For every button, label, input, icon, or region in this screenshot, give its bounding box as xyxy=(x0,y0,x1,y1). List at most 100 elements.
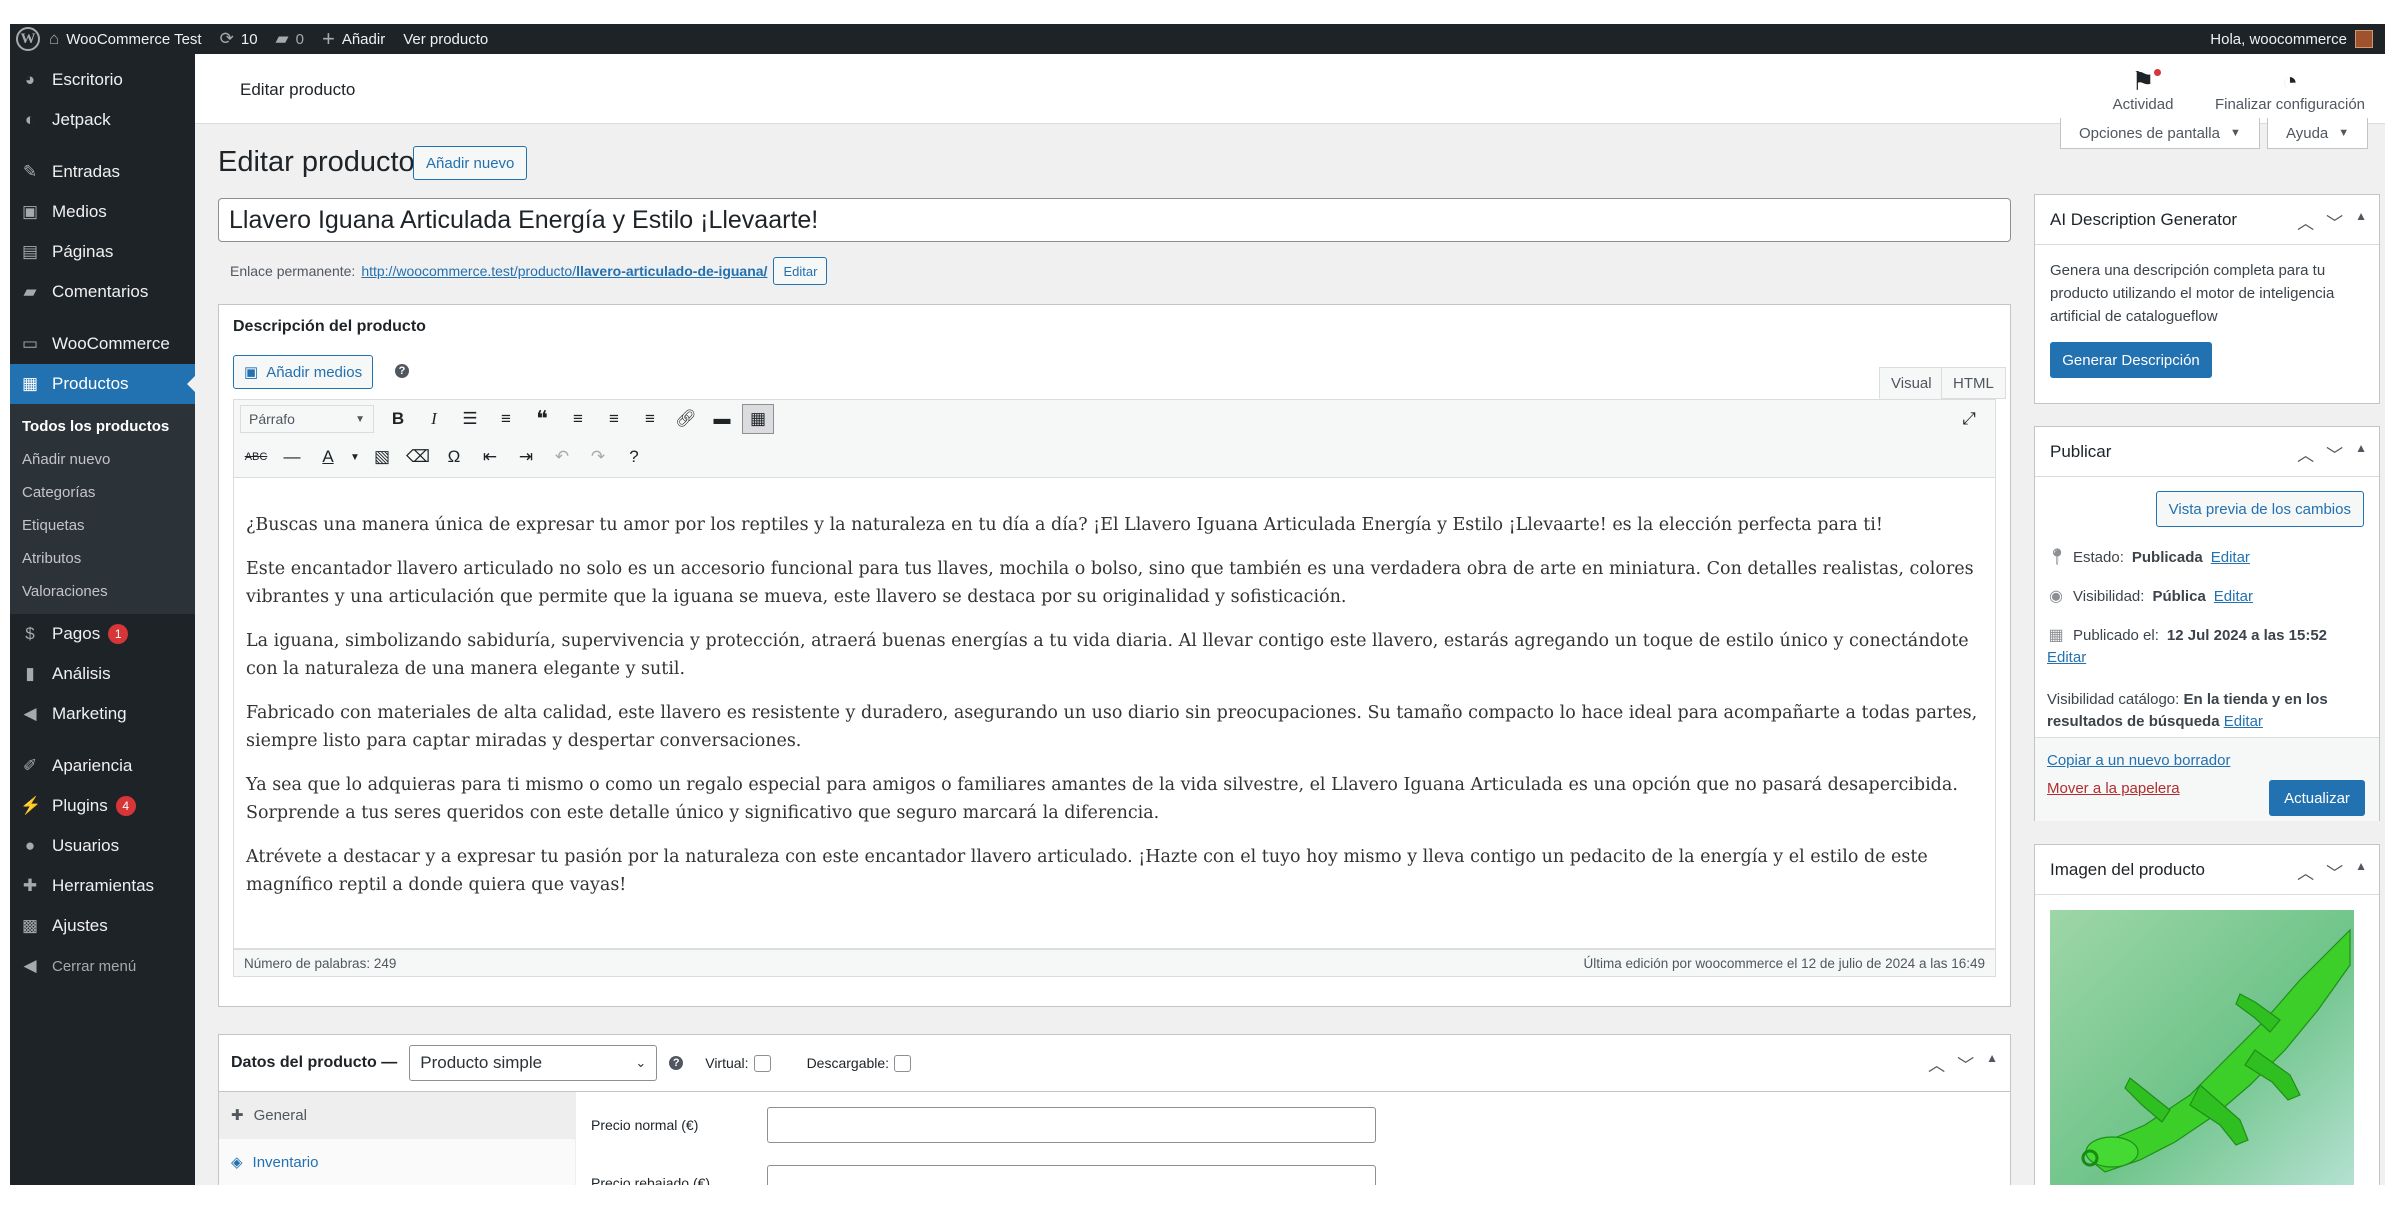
menu-apariencia[interactable]: ✐ Apariencia xyxy=(10,746,195,786)
view-product-link[interactable]: Ver producto xyxy=(394,24,497,54)
help-icon[interactable]: ? xyxy=(669,1056,684,1070)
triangle-up-icon[interactable]: ▲ xyxy=(2355,441,2367,466)
strikethrough-icon[interactable]: ABC xyxy=(240,442,272,472)
triangle-up-icon[interactable]: ▲ xyxy=(2355,859,2367,884)
published-edit-link[interactable]: Editar xyxy=(2047,649,2086,666)
align-left-icon[interactable]: ≡ xyxy=(562,404,594,434)
special-character-icon[interactable]: Ω xyxy=(438,442,470,472)
align-right-icon[interactable]: ≡ xyxy=(634,404,666,434)
update-button[interactable]: Actualizar xyxy=(2269,780,2365,816)
bold-icon[interactable]: B xyxy=(382,404,414,434)
wordpress-logo-icon[interactable]: W xyxy=(16,27,40,51)
tab-inventario[interactable]: ◈ Inventario xyxy=(219,1139,575,1185)
blockquote-icon[interactable]: ❝ xyxy=(526,404,558,434)
chevron-down-icon[interactable]: ﹀ xyxy=(1957,1051,1974,1076)
activity-button[interactable]: ⚑ Actividad xyxy=(2093,66,2193,113)
product-image[interactable] xyxy=(2050,910,2354,1185)
bullet-list-icon[interactable]: ☰ xyxy=(454,404,486,434)
toolbar-toggle-icon[interactable]: ▦ xyxy=(742,404,774,434)
menu-entradas[interactable]: ✎ Entradas xyxy=(10,152,195,192)
status-edit-link[interactable]: Editar xyxy=(2211,549,2250,566)
submenu-anadir-nuevo[interactable]: Añadir nuevo xyxy=(10,443,195,476)
chevron-up-icon[interactable]: ︿ xyxy=(2297,209,2314,234)
finish-setup-button[interactable]: ◔ Finalizar configuración xyxy=(2205,66,2375,113)
regular-price-input[interactable] xyxy=(767,1107,1376,1143)
product-type-select[interactable]: Producto simple ⌄ xyxy=(409,1045,658,1081)
redo-icon[interactable]: ↷ xyxy=(582,442,614,472)
add-new-menu[interactable]: + Añadir xyxy=(313,24,394,54)
submenu-todos-productos[interactable]: Todos los productos xyxy=(10,410,195,443)
menu-productos[interactable]: ▦ Productos xyxy=(10,364,195,404)
horizontal-line-icon[interactable]: — xyxy=(276,442,308,472)
submenu-categorias[interactable]: Categorías xyxy=(10,476,195,509)
copy-draft-link[interactable]: Copiar a un nuevo borrador xyxy=(2047,752,2230,769)
sale-price-input[interactable] xyxy=(767,1165,1376,1185)
permalink-link[interactable]: http://woocommerce.test/producto/llavero… xyxy=(361,263,767,279)
comments-link[interactable]: ▰ 0 xyxy=(267,24,313,54)
move-to-trash-link[interactable]: Mover a la papelera xyxy=(2047,780,2180,797)
link-icon[interactable]: 🔗︎ xyxy=(670,404,702,434)
italic-icon[interactable]: I xyxy=(418,404,450,434)
menu-pagos[interactable]: $ Pagos 1 xyxy=(10,614,195,654)
catalog-edit-link[interactable]: Editar xyxy=(2224,713,2263,730)
updates-link[interactable]: ⟳ 10 xyxy=(211,24,267,54)
menu-herramientas[interactable]: ✚ Herramientas xyxy=(10,866,195,906)
menu-cerrar[interactable]: ◀ Cerrar menú xyxy=(10,946,195,986)
outdent-icon[interactable]: ⇤ xyxy=(474,442,506,472)
align-center-icon[interactable]: ≡ xyxy=(598,404,630,434)
menu-woocommerce[interactable]: ▭ WooCommerce xyxy=(10,324,195,364)
help-icon[interactable]: ? xyxy=(395,364,409,378)
read-more-icon[interactable]: ▬ xyxy=(706,404,738,434)
triangle-up-icon[interactable]: ▲ xyxy=(2355,209,2367,234)
submenu-atributos[interactable]: Atributos xyxy=(10,542,195,575)
fullscreen-icon[interactable]: ⤢ xyxy=(1953,404,1985,434)
product-title-input[interactable]: Llavero Iguana Articulada Energía y Esti… xyxy=(218,198,2011,242)
submenu-etiquetas[interactable]: Etiquetas xyxy=(10,509,195,542)
chevron-up-icon[interactable]: ︿ xyxy=(2297,441,2314,466)
triangle-up-icon[interactable]: ▲ xyxy=(1986,1051,1998,1076)
site-name: WooCommerce Test xyxy=(66,30,202,48)
format-select[interactable]: Párrafo ▼ xyxy=(240,405,374,433)
submenu-valoraciones[interactable]: Valoraciones xyxy=(10,575,195,608)
preview-changes-button[interactable]: Vista previa de los cambios xyxy=(2155,491,2364,527)
indent-icon[interactable]: ⇥ xyxy=(510,442,542,472)
menu-escritorio[interactable]: ◕ Escritorio xyxy=(10,60,195,100)
help-button[interactable]: Ayuda ▼ xyxy=(2267,118,2369,149)
menu-analisis[interactable]: ▮ Análisis xyxy=(10,654,195,694)
menu-comentarios[interactable]: ▰ Comentarios xyxy=(10,272,195,312)
visibility-edit-link[interactable]: Editar xyxy=(2214,588,2253,605)
clear-formatting-icon[interactable]: ⌫ xyxy=(402,442,434,472)
caret-down-icon[interactable]: ▼ xyxy=(348,442,362,472)
menu-label: Marketing xyxy=(52,704,127,723)
keyboard-help-icon[interactable]: ? xyxy=(618,442,650,472)
undo-icon[interactable]: ↶ xyxy=(546,442,578,472)
text-color-icon[interactable]: A xyxy=(312,442,344,472)
menu-jetpack[interactable]: ◐ Jetpack xyxy=(10,100,195,140)
chevron-down-icon[interactable]: ﹀ xyxy=(2326,441,2343,466)
permalink-edit-button[interactable]: Editar xyxy=(773,257,828,285)
menu-ajustes[interactable]: ▩ Ajustes xyxy=(10,906,195,946)
menu-usuarios[interactable]: ● Usuarios xyxy=(10,826,195,866)
add-new-button[interactable]: Añadir nuevo xyxy=(413,146,528,180)
numbered-list-icon[interactable]: ≡ xyxy=(490,404,522,434)
screen-options-button[interactable]: Opciones de pantalla ▼ xyxy=(2060,118,2260,149)
menu-plugins[interactable]: ⚡ Plugins 4 xyxy=(10,786,195,826)
menu-marketing[interactable]: ◀ Marketing xyxy=(10,694,195,734)
virtual-checkbox[interactable] xyxy=(753,1054,771,1072)
tab-visual[interactable]: Visual xyxy=(1879,367,1944,399)
menu-paginas[interactable]: ▤ Páginas xyxy=(10,232,195,272)
my-account-menu[interactable]: Hola, woocommerce xyxy=(2210,30,2385,48)
chevron-down-icon[interactable]: ﹀ xyxy=(2326,859,2343,884)
chevron-up-icon[interactable]: ︿ xyxy=(2297,859,2314,884)
add-media-button[interactable]: ▣ Añadir medios xyxy=(233,355,374,389)
site-name-link[interactable]: ⌂ WooCommerce Test xyxy=(40,24,211,54)
description-editor[interactable]: ¿Buscas una manera única de expresar tu … xyxy=(233,477,1996,949)
tab-html[interactable]: HTML xyxy=(1941,367,2006,399)
tab-general[interactable]: ✚ General xyxy=(219,1092,575,1139)
chevron-down-icon[interactable]: ﹀ xyxy=(2326,209,2343,234)
downloadable-checkbox[interactable] xyxy=(894,1054,912,1072)
generate-description-button[interactable]: Generar Descripción xyxy=(2050,342,2212,378)
menu-medios[interactable]: ▣ Medios xyxy=(10,192,195,232)
chevron-up-icon[interactable]: ︿ xyxy=(1928,1051,1945,1076)
paste-text-icon[interactable]: ▧ xyxy=(366,442,398,472)
